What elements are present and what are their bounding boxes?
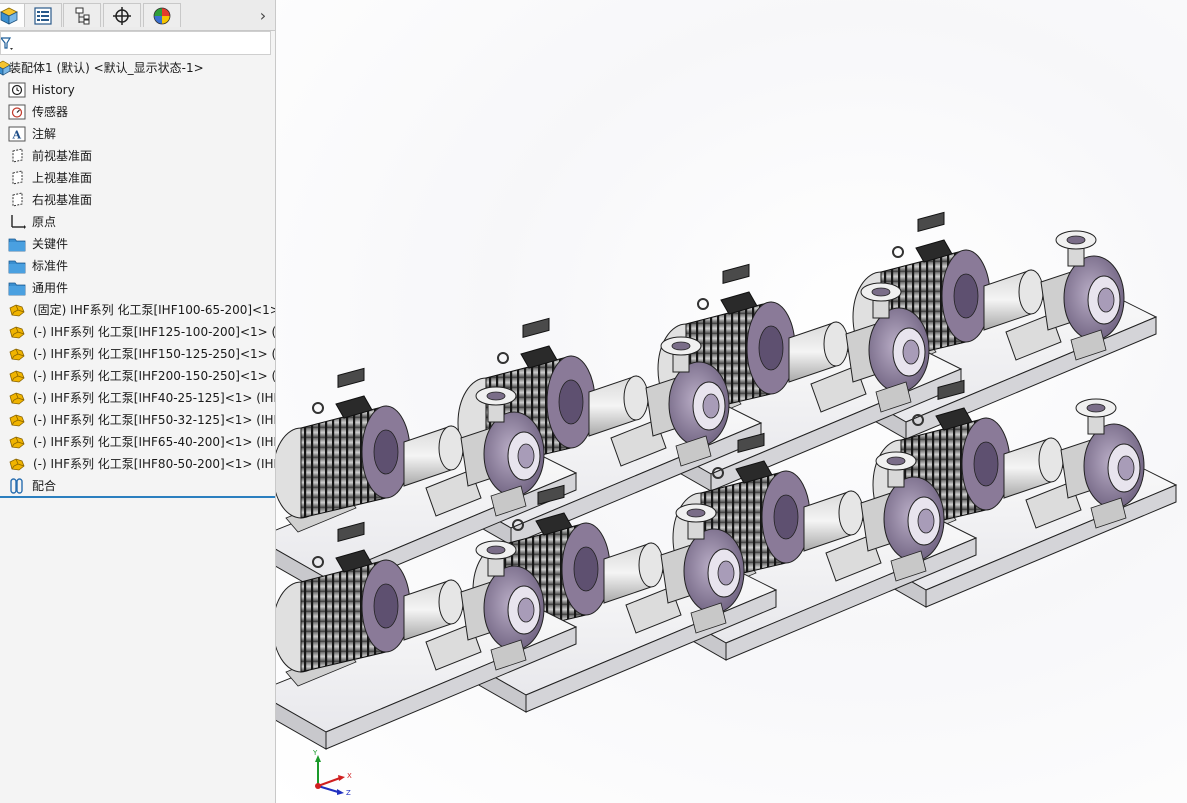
graphics-viewport[interactable]: [276, 0, 1187, 803]
tree-item-label: History: [32, 83, 75, 97]
tree-item-label: 传感器: [32, 105, 69, 119]
tree-item-right-plane[interactable]: 右视基准面: [0, 189, 275, 211]
tree-root-label: 装配体1 (默认) <默认_显示状态-1>: [9, 61, 204, 75]
svg-text:A: A: [12, 129, 22, 142]
subassembly-icon: [8, 302, 26, 318]
folder-icon: [8, 236, 26, 252]
feature-tree: 装配体1 (默认) <默认_显示状态-1> History 传感器 A 注解 前…: [0, 56, 275, 498]
plane-icon: [8, 170, 26, 186]
plane-icon: [8, 192, 26, 208]
tree-bottom-divider: [0, 496, 275, 498]
tree-item-label: 前视基准面: [32, 149, 93, 163]
assembly-cube-icon: [0, 7, 18, 25]
feature-manager-panel: › 装配体1 (默认) <默认_显示状态-1> History 传感器 A 注解…: [0, 0, 276, 803]
triad-z-label: Z: [346, 789, 351, 797]
tree-item-front-plane[interactable]: 前视基准面: [0, 145, 275, 167]
tree-component[interactable]: (-) IHF系列 化工泵[IHF40-25-125]<1> (IHF8: [0, 387, 275, 409]
subassembly-icon: [8, 456, 26, 472]
more-tabs-chevron-icon[interactable]: ›: [254, 5, 272, 25]
property-list-icon: [34, 6, 52, 25]
tree-component-label: (-) IHF系列 化工泵[IHF200-150-250]<1> (IH: [33, 369, 276, 383]
tree-item-mates[interactable]: 配合: [0, 475, 275, 497]
pump-assembly-model[interactable]: [276, 0, 1187, 803]
tree-component-label: (-) IHF系列 化工泵[IHF150-125-250]<1> (IH: [33, 347, 276, 361]
tree-item-label: 上视基准面: [32, 171, 93, 185]
tree-item-origin[interactable]: 原点: [0, 211, 275, 233]
tab-property-manager[interactable]: [24, 3, 62, 27]
tree-component-label: (-) IHF系列 化工泵[IHF125-100-200]<1> (IH: [33, 325, 276, 339]
manager-tabs: ›: [0, 0, 275, 31]
annotation-icon: A: [8, 126, 26, 142]
tree-item-annotations[interactable]: A 注解: [0, 123, 275, 145]
tree-component-label: (-) IHF系列 化工泵[IHF80-50-200]<1> (IHF8: [33, 457, 276, 471]
origin-icon: [8, 214, 26, 230]
configuration-icon: [75, 7, 90, 24]
folder-icon: [8, 258, 26, 274]
subassembly-icon: [8, 434, 26, 450]
subassembly-icon: [8, 346, 26, 362]
tab-dimxpert-manager[interactable]: [103, 3, 141, 27]
tree-component-label: (-) IHF系列 化工泵[IHF40-25-125]<1> (IHF8: [33, 391, 276, 405]
tree-item-label: 通用件: [32, 281, 69, 295]
mates-paperclip-icon: [8, 478, 26, 494]
tree-root-assembly[interactable]: 装配体1 (默认) <默认_显示状态-1>: [0, 57, 275, 79]
tree-component[interactable]: (-) IHF系列 化工泵[IHF80-50-200]<1> (IHF8: [0, 453, 275, 475]
filter-icon[interactable]: [1, 36, 17, 52]
folder-icon: [8, 280, 26, 296]
tab-display-manager[interactable]: [143, 3, 181, 27]
triad-y-label: Y: [312, 749, 318, 757]
tree-component[interactable]: (-) IHF系列 化工泵[IHF150-125-250]<1> (IH: [0, 343, 275, 365]
history-icon: [8, 82, 26, 98]
tree-item-sensors[interactable]: 传感器: [0, 101, 275, 123]
tree-component-label: (-) IHF系列 化工泵[IHF65-40-200]<1> (IHF8: [33, 435, 276, 449]
tree-component-label: (固定) IHF系列 化工泵[IHF100-65-200]<1>: [33, 303, 276, 317]
tree-item-folder-standard-parts[interactable]: 标准件: [0, 255, 275, 277]
triad-x-label: X: [347, 772, 352, 780]
tree-filter-input[interactable]: [0, 31, 271, 55]
tree-item-history[interactable]: History: [0, 79, 275, 101]
tree-item-label: 配合: [32, 479, 57, 493]
tree-item-label: 标准件: [32, 259, 69, 273]
tree-item-top-plane[interactable]: 上视基准面: [0, 167, 275, 189]
view-orientation-triad: Y X Z: [300, 748, 360, 798]
tab-configuration-manager[interactable]: [63, 3, 101, 27]
tree-item-label: 注解: [32, 127, 57, 141]
tree-component[interactable]: (-) IHF系列 化工泵[IHF65-40-200]<1> (IHF8: [0, 431, 275, 453]
tree-component[interactable]: (-) IHF系列 化工泵[IHF50-32-125]<1> (IHF8: [0, 409, 275, 431]
tree-component[interactable]: (-) IHF系列 化工泵[IHF200-150-250]<1> (IH: [0, 365, 275, 387]
tree-item-folder-key-parts[interactable]: 关键件: [0, 233, 275, 255]
tree-item-label: 原点: [32, 215, 57, 229]
tree-component-label: (-) IHF系列 化工泵[IHF50-32-125]<1> (IHF8: [33, 413, 276, 427]
tree-component[interactable]: (固定) IHF系列 化工泵[IHF100-65-200]<1>: [0, 299, 275, 321]
subassembly-icon: [8, 368, 26, 384]
sensor-icon: [8, 104, 26, 120]
subassembly-icon: [8, 390, 26, 406]
subassembly-icon: [8, 412, 26, 428]
display-pie-icon: [153, 7, 171, 24]
tree-item-label: 右视基准面: [32, 193, 93, 207]
tree-component[interactable]: (-) IHF系列 化工泵[IHF125-100-200]<1> (IH: [0, 321, 275, 343]
crosshair-icon: [113, 6, 131, 25]
tree-item-label: 关键件: [32, 237, 69, 251]
plane-icon: [8, 148, 26, 164]
tree-item-folder-common-parts[interactable]: 通用件: [0, 277, 275, 299]
subassembly-icon: [8, 324, 26, 340]
